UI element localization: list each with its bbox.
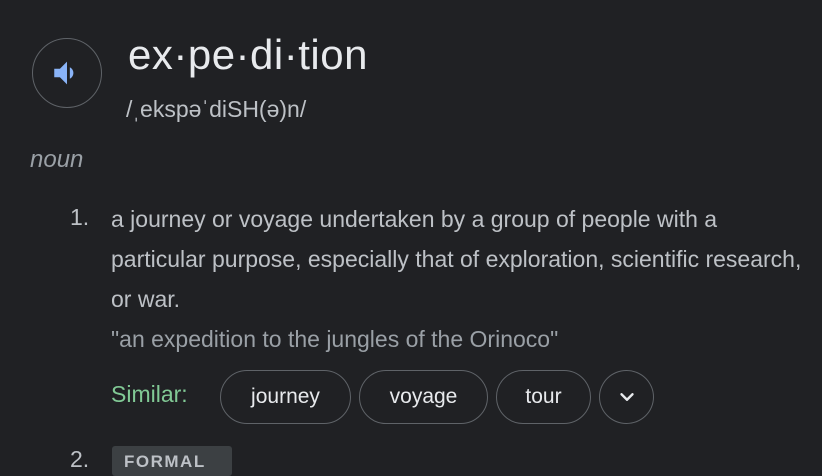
phonetic-transcription: /ˌekspəˈdiSH(ə)n/ [126,96,307,122]
speaker-icon [54,61,74,85]
part-of-speech: noun [30,146,84,173]
definition-number: 2. [70,446,90,472]
similar-chip-journey[interactable]: journey [220,370,351,424]
definition-text: a journey or voyage undertaken by a grou… [111,206,802,312]
similar-chip-voyage[interactable]: voyage [359,370,488,424]
usage-example: "an expedition to the jungles of the Ori… [111,326,559,352]
pronunciation-play-button[interactable] [32,38,102,108]
headword: ex·pe·di·tion [128,31,368,78]
similar-label: Similar: [111,381,188,407]
register-badge: FORMAL [112,446,232,476]
definition-number: 1. [70,204,90,230]
chevron-down-icon [619,393,634,401]
expand-similar-button[interactable] [599,370,654,424]
similar-chip-tour[interactable]: tour [496,370,591,424]
